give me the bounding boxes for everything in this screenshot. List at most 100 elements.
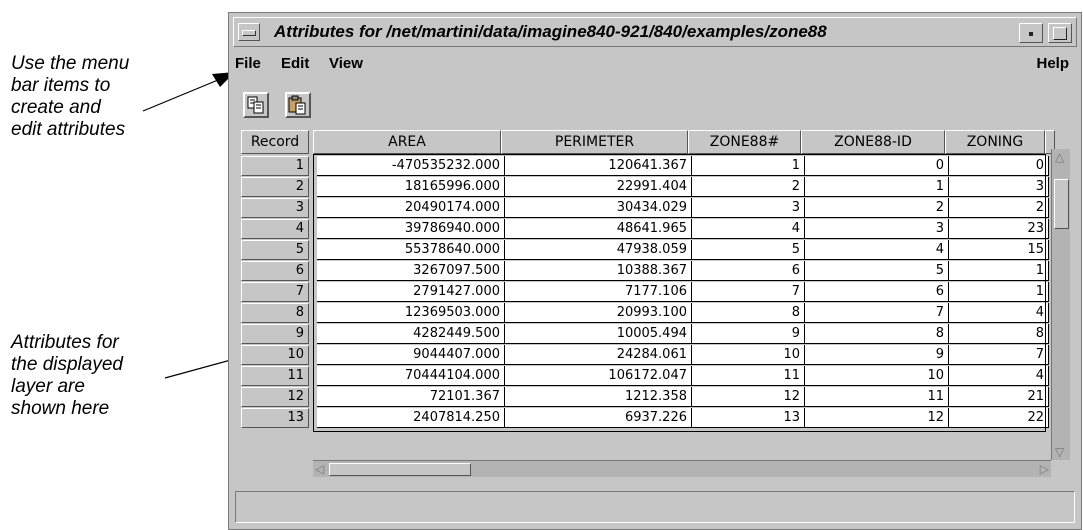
row-record-number[interactable]: 4	[241, 219, 309, 239]
cell-zoning[interactable]: 8	[949, 324, 1049, 344]
copy-button[interactable]	[243, 92, 269, 118]
cell-perimeter[interactable]: 30434.029	[505, 198, 692, 218]
cell-area[interactable]: 70444104.000	[317, 366, 505, 386]
cell-area[interactable]: 4282449.500	[317, 324, 505, 344]
cell-zone88-id[interactable]: 1	[805, 177, 949, 197]
cell-zone88[interactable]: 8	[692, 303, 805, 323]
column-header-area[interactable]: AREA	[313, 130, 501, 154]
column-header-perimeter[interactable]: PERIMETER	[501, 130, 688, 154]
cell-zone88[interactable]: 11	[692, 366, 805, 386]
row-record-number[interactable]: 5	[241, 240, 309, 260]
cell-zone88[interactable]: 5	[692, 240, 805, 260]
cell-zone88[interactable]: 3	[692, 198, 805, 218]
menu-help[interactable]: Help	[1036, 55, 1069, 72]
menu-view[interactable]: View	[329, 55, 363, 72]
cell-zoning[interactable]: 22	[949, 408, 1049, 428]
cell-zone88[interactable]: 9	[692, 324, 805, 344]
cell-zone88[interactable]: 13	[692, 408, 805, 428]
cell-area[interactable]: 12369503.000	[317, 303, 505, 323]
paste-button[interactable]	[285, 92, 311, 118]
cell-zone88-id[interactable]: 0	[805, 156, 949, 176]
cell-perimeter[interactable]: 48641.965	[505, 219, 692, 239]
cell-area[interactable]: 55378640.000	[317, 240, 505, 260]
cell-zoning[interactable]: 4	[949, 303, 1049, 323]
cell-zone88-id[interactable]: 7	[805, 303, 949, 323]
cell-perimeter[interactable]: 24284.061	[505, 345, 692, 365]
scroll-right-icon[interactable]: ▷	[1040, 463, 1049, 475]
row-record-number[interactable]: 1	[241, 156, 309, 176]
cell-perimeter[interactable]: 1212.358	[505, 387, 692, 407]
cell-zoning[interactable]: 15	[949, 240, 1049, 260]
column-header-record[interactable]: Record	[241, 130, 309, 154]
column-header-zone88-id[interactable]: ZONE88-ID	[801, 130, 945, 154]
cell-zone88[interactable]: 1	[692, 156, 805, 176]
cell-zone88-id[interactable]: 3	[805, 219, 949, 239]
minimize-button[interactable]	[1019, 23, 1043, 43]
cell-zone88[interactable]: 2	[692, 177, 805, 197]
cell-area[interactable]: 18165996.000	[317, 177, 505, 197]
cell-zoning[interactable]: 7	[949, 345, 1049, 365]
horizontal-scroll-thumb[interactable]	[329, 463, 471, 476]
title-bar[interactable]: Attributes for /net/martini/data/imagine…	[233, 17, 1077, 47]
cell-perimeter[interactable]: 6937.226	[505, 408, 692, 428]
cell-zone88-id[interactable]: 10	[805, 366, 949, 386]
cell-zoning[interactable]: 3	[949, 177, 1049, 197]
cell-zone88-id[interactable]: 9	[805, 345, 949, 365]
cell-zoning[interactable]: 4	[949, 366, 1049, 386]
menu-edit[interactable]: Edit	[281, 55, 309, 72]
cell-perimeter[interactable]: 10388.367	[505, 261, 692, 281]
cell-perimeter[interactable]: 7177.106	[505, 282, 692, 302]
cell-zone88-id[interactable]: 12	[805, 408, 949, 428]
cell-area[interactable]: 2791427.000	[317, 282, 505, 302]
row-record-number[interactable]: 6	[241, 261, 309, 281]
cell-zoning[interactable]: 1	[949, 282, 1049, 302]
cell-area[interactable]: 39786940.000	[317, 219, 505, 239]
scroll-left-icon[interactable]: ◁	[315, 463, 324, 475]
cell-area[interactable]: 72101.367	[317, 387, 505, 407]
column-header-zoning[interactable]: ZONING	[945, 130, 1045, 154]
vertical-scroll-thumb[interactable]	[1054, 179, 1069, 229]
cell-perimeter[interactable]: 47938.059	[505, 240, 692, 260]
row-record-number[interactable]: 2	[241, 177, 309, 197]
cell-zoning[interactable]: 23	[949, 219, 1049, 239]
cell-zone88[interactable]: 10	[692, 345, 805, 365]
cell-zone88[interactable]: 7	[692, 282, 805, 302]
cell-zone88-id[interactable]: 6	[805, 282, 949, 302]
row-record-number[interactable]: 8	[241, 303, 309, 323]
row-record-number[interactable]: 11	[241, 366, 309, 386]
cell-area[interactable]: 9044407.000	[317, 345, 505, 365]
cell-area[interactable]: 20490174.000	[317, 198, 505, 218]
horizontal-scrollbar[interactable]: ◁ ▷	[313, 460, 1051, 477]
row-record-number[interactable]: 7	[241, 282, 309, 302]
cell-perimeter[interactable]: 106172.047	[505, 366, 692, 386]
cell-zone88[interactable]: 4	[692, 219, 805, 239]
cell-zoning[interactable]: 0	[949, 156, 1049, 176]
vertical-scrollbar[interactable]: △ ▽	[1051, 149, 1070, 460]
cell-area[interactable]: -470535232.000	[317, 156, 505, 176]
cell-perimeter[interactable]: 22991.404	[505, 177, 692, 197]
scroll-up-icon[interactable]: △	[1055, 151, 1064, 163]
row-record-number[interactable]: 9	[241, 324, 309, 344]
cell-perimeter[interactable]: 10005.494	[505, 324, 692, 344]
cell-zone88-id[interactable]: 11	[805, 387, 949, 407]
cell-area[interactable]: 3267097.500	[317, 261, 505, 281]
menu-file[interactable]: File	[235, 55, 261, 72]
window-menu-button[interactable]	[238, 23, 260, 41]
cell-zoning[interactable]: 21	[949, 387, 1049, 407]
cell-zoning[interactable]: 2	[949, 198, 1049, 218]
cell-perimeter[interactable]: 20993.100	[505, 303, 692, 323]
cell-zone88-id[interactable]: 2	[805, 198, 949, 218]
maximize-button[interactable]	[1048, 23, 1072, 43]
row-record-number[interactable]: 12	[241, 387, 309, 407]
row-record-number[interactable]: 13	[241, 408, 309, 428]
cell-zoning[interactable]: 1	[949, 261, 1049, 281]
cell-area[interactable]: 2407814.250	[317, 408, 505, 428]
cell-perimeter[interactable]: 120641.367	[505, 156, 692, 176]
scroll-down-icon[interactable]: ▽	[1055, 446, 1064, 458]
column-header-zone88[interactable]: ZONE88#	[688, 130, 801, 154]
cell-zone88-id[interactable]: 8	[805, 324, 949, 344]
row-record-number[interactable]: 3	[241, 198, 309, 218]
cell-zone88[interactable]: 6	[692, 261, 805, 281]
cell-zone88[interactable]: 12	[692, 387, 805, 407]
cell-zone88-id[interactable]: 4	[805, 240, 949, 260]
